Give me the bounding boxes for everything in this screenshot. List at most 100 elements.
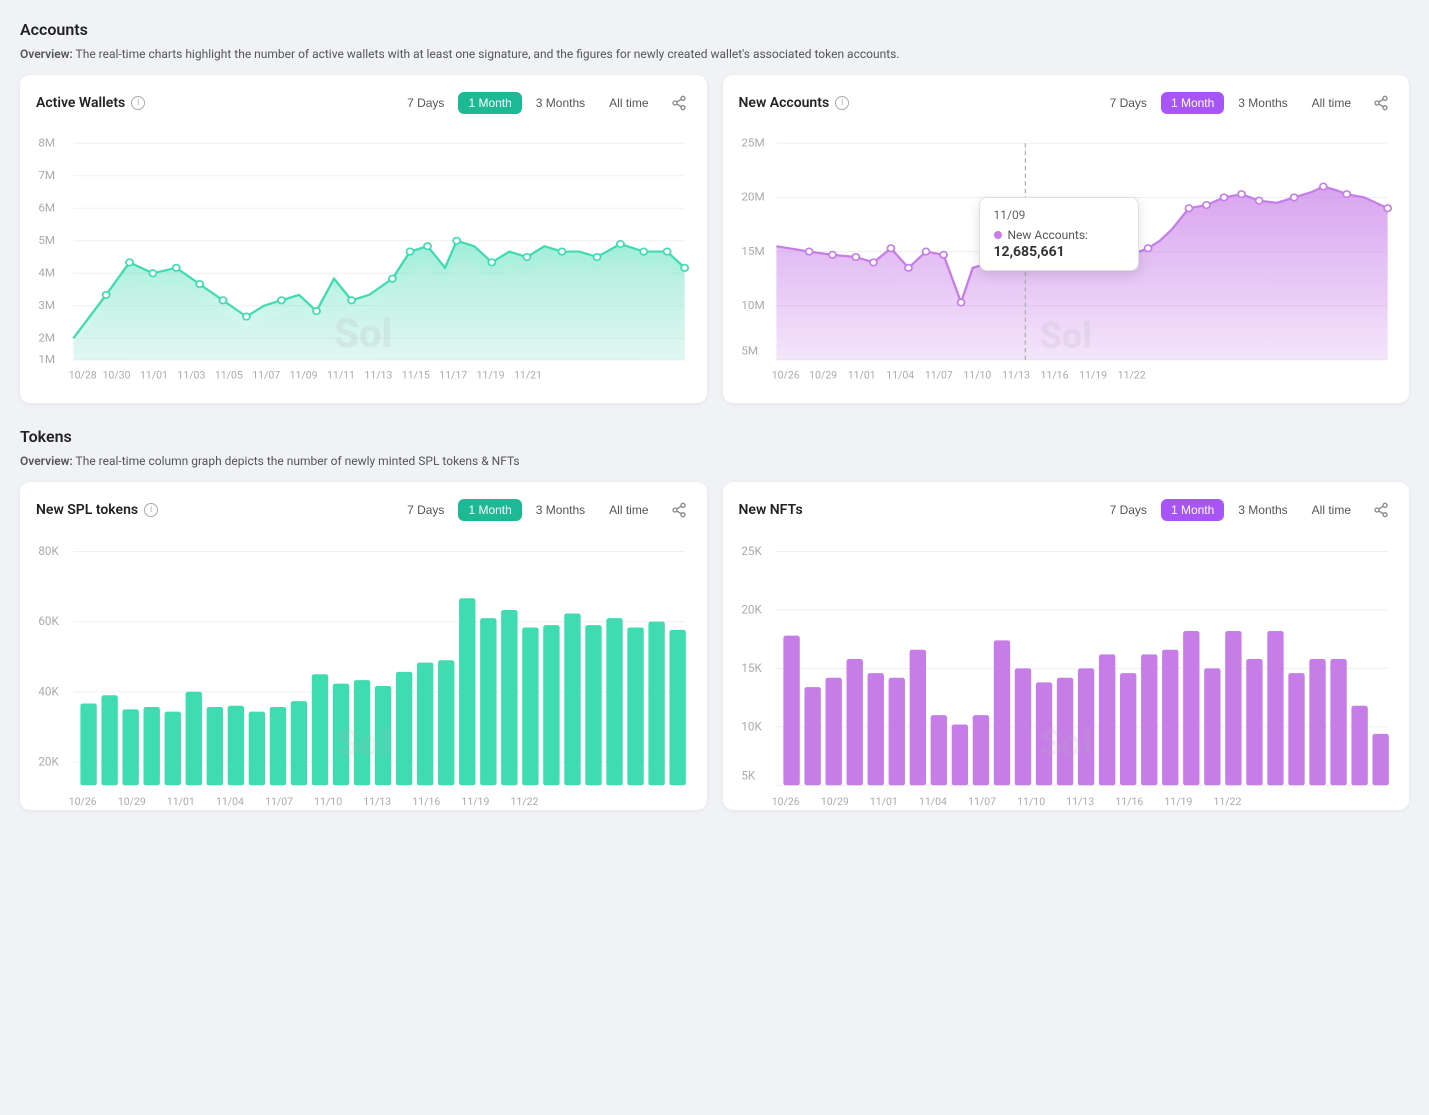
svg-text:11/04: 11/04 bbox=[216, 795, 244, 808]
new-accounts-info-icon[interactable]: i bbox=[835, 96, 849, 110]
new-nfts-7days-btn[interactable]: 7 Days bbox=[1100, 499, 1157, 521]
svg-text:11/10: 11/10 bbox=[963, 371, 991, 382]
active-wallets-3months-btn[interactable]: 3 Months bbox=[526, 92, 595, 114]
new-nfts-chart: 25K 20K 15K 10K 5K bbox=[739, 534, 1394, 794]
new-spl-7days-btn[interactable]: 7 Days bbox=[397, 499, 454, 521]
svg-text:10/30: 10/30 bbox=[103, 371, 131, 382]
new-accounts-controls: 7 Days 1 Month 3 Months All time bbox=[1100, 91, 1393, 115]
svg-text:11/16: 11/16 bbox=[1040, 371, 1068, 382]
active-wallets-1month-btn[interactable]: 1 Month bbox=[458, 92, 521, 114]
svg-text:11/13: 11/13 bbox=[1001, 371, 1029, 382]
new-spl-alltime-btn[interactable]: All time bbox=[599, 499, 658, 521]
new-spl-chart: 80K 60K 40K 20K bbox=[36, 534, 691, 794]
new-spl-title: New SPL tokens bbox=[36, 502, 138, 518]
svg-text:6M: 6M bbox=[38, 202, 55, 214]
svg-text:11/22: 11/22 bbox=[1117, 371, 1145, 382]
active-wallets-7days-btn[interactable]: 7 Days bbox=[397, 92, 454, 114]
active-wallets-header: Active Wallets i 7 Days 1 Month 3 Months… bbox=[36, 91, 691, 115]
new-accounts-share-icon[interactable] bbox=[1369, 91, 1393, 115]
svg-text:11/22: 11/22 bbox=[511, 795, 539, 808]
accounts-overview-label: Overview: bbox=[20, 47, 73, 61]
svg-text:20M: 20M bbox=[741, 191, 764, 203]
new-nfts-3months-btn[interactable]: 3 Months bbox=[1228, 499, 1297, 521]
tokens-overview-label: Overview: bbox=[20, 454, 73, 468]
active-wallets-alltime-btn[interactable]: All time bbox=[599, 92, 658, 114]
svg-text:10M: 10M bbox=[741, 299, 764, 311]
svg-text:5M: 5M bbox=[38, 234, 55, 246]
new-spl-3months-btn[interactable]: 3 Months bbox=[526, 499, 595, 521]
new-nfts-1month-btn[interactable]: 1 Month bbox=[1161, 499, 1224, 521]
new-spl-tokens-card: New SPL tokens i 7 Days 1 Month 3 Months… bbox=[20, 482, 707, 810]
svg-text:4M: 4M bbox=[38, 267, 55, 279]
svg-text:11/19: 11/19 bbox=[1079, 371, 1107, 382]
accounts-charts-grid: Active Wallets i 7 Days 1 Month 3 Months… bbox=[20, 75, 1409, 403]
svg-text:10/26: 10/26 bbox=[69, 795, 97, 808]
new-spl-title-group: New SPL tokens i bbox=[36, 502, 158, 518]
svg-text:11/16: 11/16 bbox=[1115, 795, 1143, 808]
new-accounts-chart: 25M 20M 15M 10M 5M bbox=[739, 127, 1394, 387]
svg-text:11/19: 11/19 bbox=[461, 795, 489, 808]
active-wallets-title: Active Wallets bbox=[36, 95, 125, 111]
active-wallets-info-icon[interactable]: i bbox=[131, 96, 145, 110]
accounts-overview: Overview: The real-time charts highlight… bbox=[20, 47, 1409, 61]
svg-text:10K: 10K bbox=[741, 719, 762, 733]
svg-text:15M: 15M bbox=[741, 245, 764, 257]
svg-text:11/13: 11/13 bbox=[364, 371, 392, 382]
svg-text:10/29: 10/29 bbox=[809, 371, 837, 382]
svg-text:2M: 2M bbox=[38, 332, 55, 344]
new-spl-info-icon[interactable]: i bbox=[144, 503, 158, 517]
svg-text:11/01: 11/01 bbox=[869, 795, 897, 808]
new-accounts-header: New Accounts i 7 Days 1 Month 3 Months A… bbox=[739, 91, 1394, 115]
svg-text:5M: 5M bbox=[741, 345, 758, 357]
new-accounts-1month-btn[interactable]: 1 Month bbox=[1161, 92, 1224, 114]
new-spl-1month-btn[interactable]: 1 Month bbox=[458, 499, 521, 521]
new-nfts-alltime-btn[interactable]: All time bbox=[1302, 499, 1361, 521]
svg-text:40K: 40K bbox=[38, 684, 59, 698]
svg-text:25M: 25M bbox=[741, 137, 764, 149]
svg-text:25K: 25K bbox=[741, 544, 762, 558]
svg-text:11/15: 11/15 bbox=[402, 371, 430, 382]
new-nfts-controls: 7 Days 1 Month 3 Months All time bbox=[1100, 498, 1393, 522]
svg-text:11/07: 11/07 bbox=[265, 795, 293, 808]
svg-text:11/17: 11/17 bbox=[439, 371, 467, 382]
active-wallets-share-icon[interactable] bbox=[667, 91, 691, 115]
new-spl-share-icon[interactable] bbox=[667, 498, 691, 522]
accounts-section-title: Accounts bbox=[20, 20, 1409, 39]
active-wallets-controls: 7 Days 1 Month 3 Months All time bbox=[397, 91, 690, 115]
svg-text:11/13: 11/13 bbox=[363, 795, 391, 808]
svg-text:11/21: 11/21 bbox=[514, 371, 542, 382]
svg-text:10/26: 10/26 bbox=[771, 371, 799, 382]
new-nfts-card: New NFTs 7 Days 1 Month 3 Months All tim… bbox=[723, 482, 1410, 810]
svg-text:11/01: 11/01 bbox=[167, 795, 195, 808]
new-spl-header: New SPL tokens i 7 Days 1 Month 3 Months… bbox=[36, 498, 691, 522]
svg-text:11/19: 11/19 bbox=[1164, 795, 1192, 808]
svg-text:11/05: 11/05 bbox=[215, 371, 243, 382]
svg-text:11/01: 11/01 bbox=[847, 371, 875, 382]
svg-text:5K: 5K bbox=[741, 768, 756, 782]
active-wallets-title-group: Active Wallets i bbox=[36, 95, 145, 111]
new-accounts-card: New Accounts i 7 Days 1 Month 3 Months A… bbox=[723, 75, 1410, 403]
new-nfts-share-icon[interactable] bbox=[1369, 498, 1393, 522]
svg-text:11/03: 11/03 bbox=[177, 371, 205, 382]
svg-text:11/07: 11/07 bbox=[924, 371, 952, 382]
svg-text:11/04: 11/04 bbox=[918, 795, 946, 808]
tokens-charts-grid: New SPL tokens i 7 Days 1 Month 3 Months… bbox=[20, 482, 1409, 810]
new-accounts-7days-btn[interactable]: 7 Days bbox=[1100, 92, 1157, 114]
new-accounts-alltime-btn[interactable]: All time bbox=[1302, 92, 1361, 114]
tokens-section-title: Tokens bbox=[20, 427, 1409, 446]
new-nfts-title: New NFTs bbox=[739, 502, 803, 518]
svg-text:11/10: 11/10 bbox=[1017, 795, 1045, 808]
accounts-overview-text: The real-time charts highlight the numbe… bbox=[73, 47, 900, 61]
svg-text:11/16: 11/16 bbox=[412, 795, 440, 808]
svg-text:10/29: 10/29 bbox=[118, 795, 146, 808]
svg-text:80K: 80K bbox=[38, 544, 59, 558]
svg-text:11/04: 11/04 bbox=[886, 371, 914, 382]
new-accounts-title-group: New Accounts i bbox=[739, 95, 850, 111]
svg-text:11/07: 11/07 bbox=[252, 371, 280, 382]
svg-text:20K: 20K bbox=[741, 602, 762, 616]
svg-text:15K: 15K bbox=[741, 661, 762, 675]
svg-text:11/19: 11/19 bbox=[477, 371, 505, 382]
svg-text:11/01: 11/01 bbox=[140, 371, 168, 382]
svg-text:11/22: 11/22 bbox=[1213, 795, 1241, 808]
new-accounts-3months-btn[interactable]: 3 Months bbox=[1228, 92, 1297, 114]
